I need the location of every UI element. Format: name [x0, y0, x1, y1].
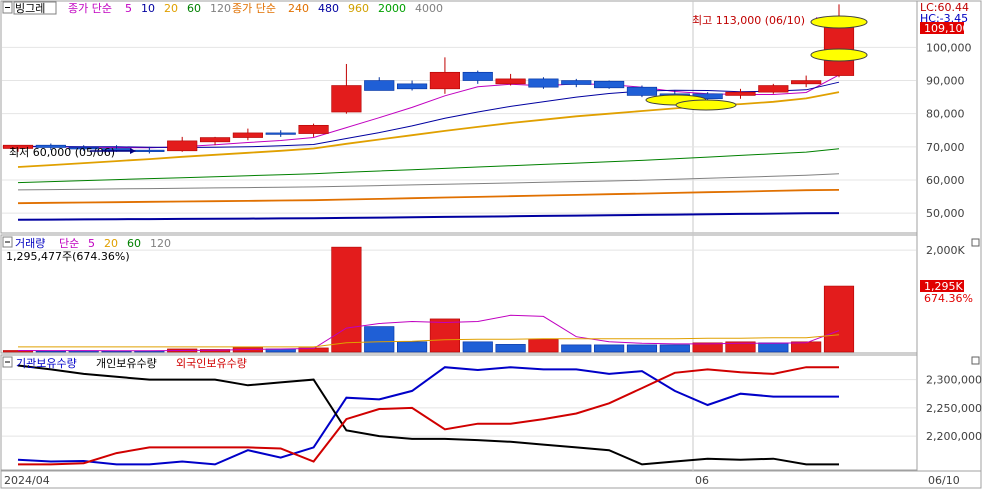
volume-pct: 674.36%: [924, 292, 973, 305]
volume-bar: [462, 341, 493, 353]
candle-body: [791, 80, 822, 85]
volume-bar: [495, 344, 526, 353]
candle-body: [167, 140, 198, 152]
volume-y-tick: 2,000K: [926, 244, 965, 257]
ma-period-label: 960: [348, 2, 369, 15]
x-label-end: 06/10: [928, 474, 960, 487]
high-annotation: 최고 113,000 (06/10): [692, 14, 805, 27]
price-y-tick: 80,000: [926, 108, 965, 121]
candle-body: [364, 80, 395, 91]
candle-body: [462, 71, 493, 81]
ma-period-label: 5: [88, 237, 95, 250]
candle-body: [495, 78, 526, 85]
holdings-legend-item: 외국인보유수량: [176, 357, 247, 370]
volume-bar: [429, 318, 460, 353]
low-annotation: 최저 60,000 (05/06): [9, 146, 115, 159]
ma-period-label: 4000: [415, 2, 443, 15]
holdings-y-tick: 2,300,000: [926, 374, 982, 387]
ma-period-label: 10: [141, 2, 155, 15]
ma-period-label: 5: [125, 2, 132, 15]
candle-body: [758, 85, 789, 93]
stock-name: 빙그레: [15, 2, 45, 15]
x-label-month: 06: [695, 474, 709, 487]
volume-close-icon[interactable]: [971, 238, 980, 247]
high-marker-ellipse: [810, 15, 868, 29]
volume-bar: [331, 246, 362, 353]
candle-body: [134, 149, 165, 152]
volume-bar: [35, 350, 66, 353]
holdings-legend-item: 개인보유수량: [96, 357, 157, 370]
price-y-tick: 60,000: [926, 174, 965, 187]
candle: [528, 77, 559, 89]
stock-chart-window: 빙그레 종가 단순 5 10 20 60 120 종가 단순 240 480 960 2000…: [0, 0, 982, 489]
holdings-y-axis: 2,300,000 2,250,000 2,200,000: [926, 374, 982, 444]
volume-bar: [528, 338, 559, 353]
price-y-tick: 70,000: [926, 141, 965, 154]
ma-period-label: 60: [187, 2, 201, 15]
volume-bar: [626, 344, 658, 353]
ma-period-label: 20: [104, 237, 118, 250]
candle-body: [232, 132, 263, 138]
candle-body: [298, 124, 329, 134]
ma-period-label: 60: [127, 237, 141, 250]
volume-title: 거래량: [15, 237, 45, 250]
volume-bar: [758, 342, 789, 353]
price-y-tick: 90,000: [926, 75, 965, 88]
candle: [594, 80, 625, 89]
candle-body: [561, 80, 592, 85]
ma-period-label: 2000: [378, 2, 406, 15]
volume-bar: [561, 344, 592, 353]
ma-label-1: 종가 단순: [68, 2, 112, 15]
candle-body: [265, 132, 296, 135]
y-axis-area: [916, 0, 982, 472]
volume-bar: [397, 341, 428, 353]
candle: [758, 83, 789, 94]
volume-bar: [364, 326, 395, 353]
holdings-legend-item: 기관보유수량: [16, 357, 77, 370]
ma-period-label: 240: [288, 2, 309, 15]
ma-period-label: 20: [164, 2, 178, 15]
chart-canvas: 빙그레 종가 단순 5 10 20 60 120 종가 단순 240 480 960 2000…: [0, 0, 982, 489]
candle-body: [725, 91, 756, 96]
ma-label-2: 종가 단순: [232, 2, 276, 15]
candle-body: [429, 71, 460, 90]
mid-marker-ellipse: [810, 48, 868, 62]
volume-bar: [823, 285, 855, 353]
price-y-tick: 50,000: [926, 207, 965, 220]
holdings-y-tick: 2,250,000: [926, 402, 982, 415]
candle-body: [397, 83, 428, 90]
holdings-y-tick: 2,200,000: [926, 430, 982, 443]
price-panel-frame: [0, 0, 918, 234]
candle-body: [528, 78, 559, 88]
volume-bar: [594, 344, 625, 353]
x-label-start: 2024/04: [4, 474, 50, 487]
volume-info: 1,295,477주(674.36%): [6, 250, 130, 263]
candle-body: [199, 137, 231, 143]
candle-body: [626, 86, 658, 96]
candle-body: [331, 85, 362, 113]
volume-ma-label: 단순: [59, 237, 79, 250]
ma-period-label: 120: [150, 237, 171, 250]
ma-period-label: 120: [210, 2, 231, 15]
candle-body: [594, 80, 625, 89]
x-axis-area: [0, 470, 982, 489]
low-marker-ellipse-2: [675, 99, 737, 111]
ma-period-label: 480: [318, 2, 339, 15]
volume-bar: [659, 344, 690, 353]
candle: [626, 85, 658, 98]
holdings-close-icon[interactable]: [971, 356, 980, 365]
price-y-tick: 100,000: [926, 41, 972, 54]
